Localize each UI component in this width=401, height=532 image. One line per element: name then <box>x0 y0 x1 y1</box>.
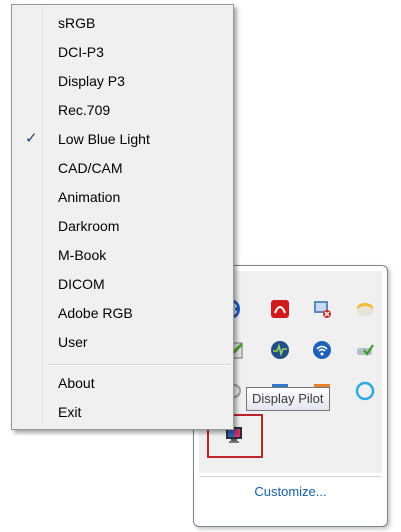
tooltip: Display Pilot <box>246 387 330 411</box>
wifi-icon[interactable] <box>312 340 332 360</box>
menu-item-label: M-Book <box>58 247 107 263</box>
customize-link[interactable]: Customize... <box>194 484 387 499</box>
activity-monitor-icon[interactable] <box>270 340 290 360</box>
network-monitor-icon[interactable] <box>312 299 332 319</box>
menu-item-label: User <box>58 334 88 350</box>
menu-item-label: DCI-P3 <box>58 44 104 60</box>
menu-item-label: Exit <box>58 404 82 420</box>
acrobat-icon[interactable] <box>270 299 290 319</box>
menu-item-dicom[interactable]: DICOM <box>14 270 231 298</box>
menu-item-label: About <box>58 375 95 391</box>
menu-item-label: Darkroom <box>58 218 120 234</box>
menu-item-cad-cam[interactable]: CAD/CAM <box>14 154 231 182</box>
menu-item-m-book[interactable]: M-Book <box>14 241 231 269</box>
tray-divider <box>199 476 382 477</box>
menu-item-label: Display P3 <box>58 73 125 89</box>
menu-item-dci-p3[interactable]: DCI-P3 <box>14 38 231 66</box>
menu-item-label: Adobe RGB <box>58 305 133 321</box>
menu-item-user[interactable]: User <box>14 328 231 356</box>
menu-item-label: CAD/CAM <box>58 160 123 176</box>
storage-icon[interactable] <box>355 299 375 319</box>
menu-separator <box>48 364 231 366</box>
menu-item-adobe-rgb[interactable]: Adobe RGB <box>14 299 231 327</box>
menu-item-darkroom[interactable]: Darkroom <box>14 212 231 240</box>
skype-icon[interactable] <box>355 381 375 401</box>
menu-item-srgb[interactable]: sRGB <box>14 9 231 37</box>
menu-item-low-blue-light[interactable]: ✓ Low Blue Light <box>14 125 231 153</box>
menu-item-exit[interactable]: Exit <box>14 398 231 426</box>
menu-item-about[interactable]: About <box>14 369 231 397</box>
menu-item-label: sRGB <box>58 15 96 31</box>
menu-item-label: Rec.709 <box>58 102 111 118</box>
menu-item-label: Animation <box>58 189 121 205</box>
drive-check-icon[interactable] <box>355 340 375 360</box>
menu-item-animation[interactable]: Animation <box>14 183 231 211</box>
menu-item-display-p3[interactable]: Display P3 <box>14 67 231 95</box>
menu-item-label: Low Blue Light <box>58 131 150 147</box>
checkmark-icon: ✓ <box>25 130 38 147</box>
context-menu: sRGB DCI-P3 Display P3 Rec.709 ✓ Low Blu… <box>11 4 234 430</box>
menu-item-rec709[interactable]: Rec.709 <box>14 96 231 124</box>
menu-item-label: DICOM <box>58 276 105 292</box>
